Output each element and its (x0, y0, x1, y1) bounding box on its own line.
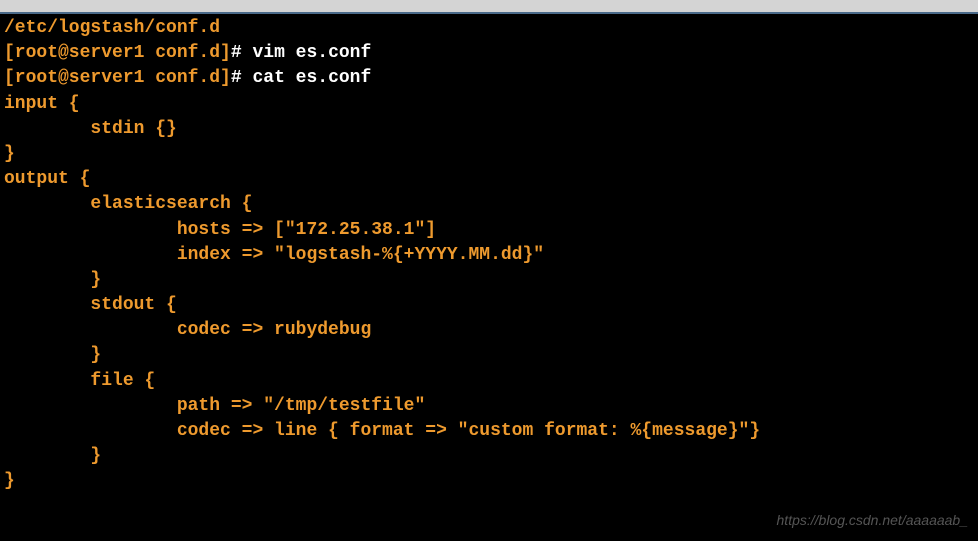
config-line: codec => line { format => "custom format… (4, 419, 974, 444)
config-line: path => "/tmp/testfile" (4, 394, 974, 419)
config-line: output { (4, 167, 974, 192)
config-line: input { (4, 92, 974, 117)
config-line: } (4, 142, 974, 167)
prompt-line-2: [root@server1 conf.d]# cat es.conf (4, 66, 974, 91)
command-text: cat es.conf (252, 68, 371, 88)
prompt-prefix: [root@server1 conf.d] (4, 43, 231, 63)
config-line: } (4, 469, 974, 494)
prompt-prefix: [root@server1 conf.d] (4, 68, 231, 88)
prompt-hash: # (231, 43, 242, 63)
watermark-text: https://blog.csdn.net/aaaaaab_ (777, 511, 968, 531)
current-path: /etc/logstash/conf.d (4, 16, 974, 41)
prompt-hash: # (231, 68, 242, 88)
config-line: index => "logstash-%{+YYYY.MM.dd}" (4, 243, 974, 268)
config-line: elasticsearch { (4, 192, 974, 217)
config-line: hosts => ["172.25.38.1"] (4, 218, 974, 243)
config-line: file { (4, 369, 974, 394)
config-line: stdout { (4, 293, 974, 318)
config-line: codec => rubydebug (4, 318, 974, 343)
config-line: } (4, 268, 974, 293)
window-titlebar (0, 0, 978, 14)
command-text: vim es.conf (252, 43, 371, 63)
config-line: } (4, 444, 974, 469)
config-line: stdin {} (4, 117, 974, 142)
config-line: } (4, 343, 974, 368)
prompt-line-1: [root@server1 conf.d]# vim es.conf (4, 41, 974, 66)
terminal-output[interactable]: /etc/logstash/conf.d [root@server1 conf.… (0, 14, 978, 497)
